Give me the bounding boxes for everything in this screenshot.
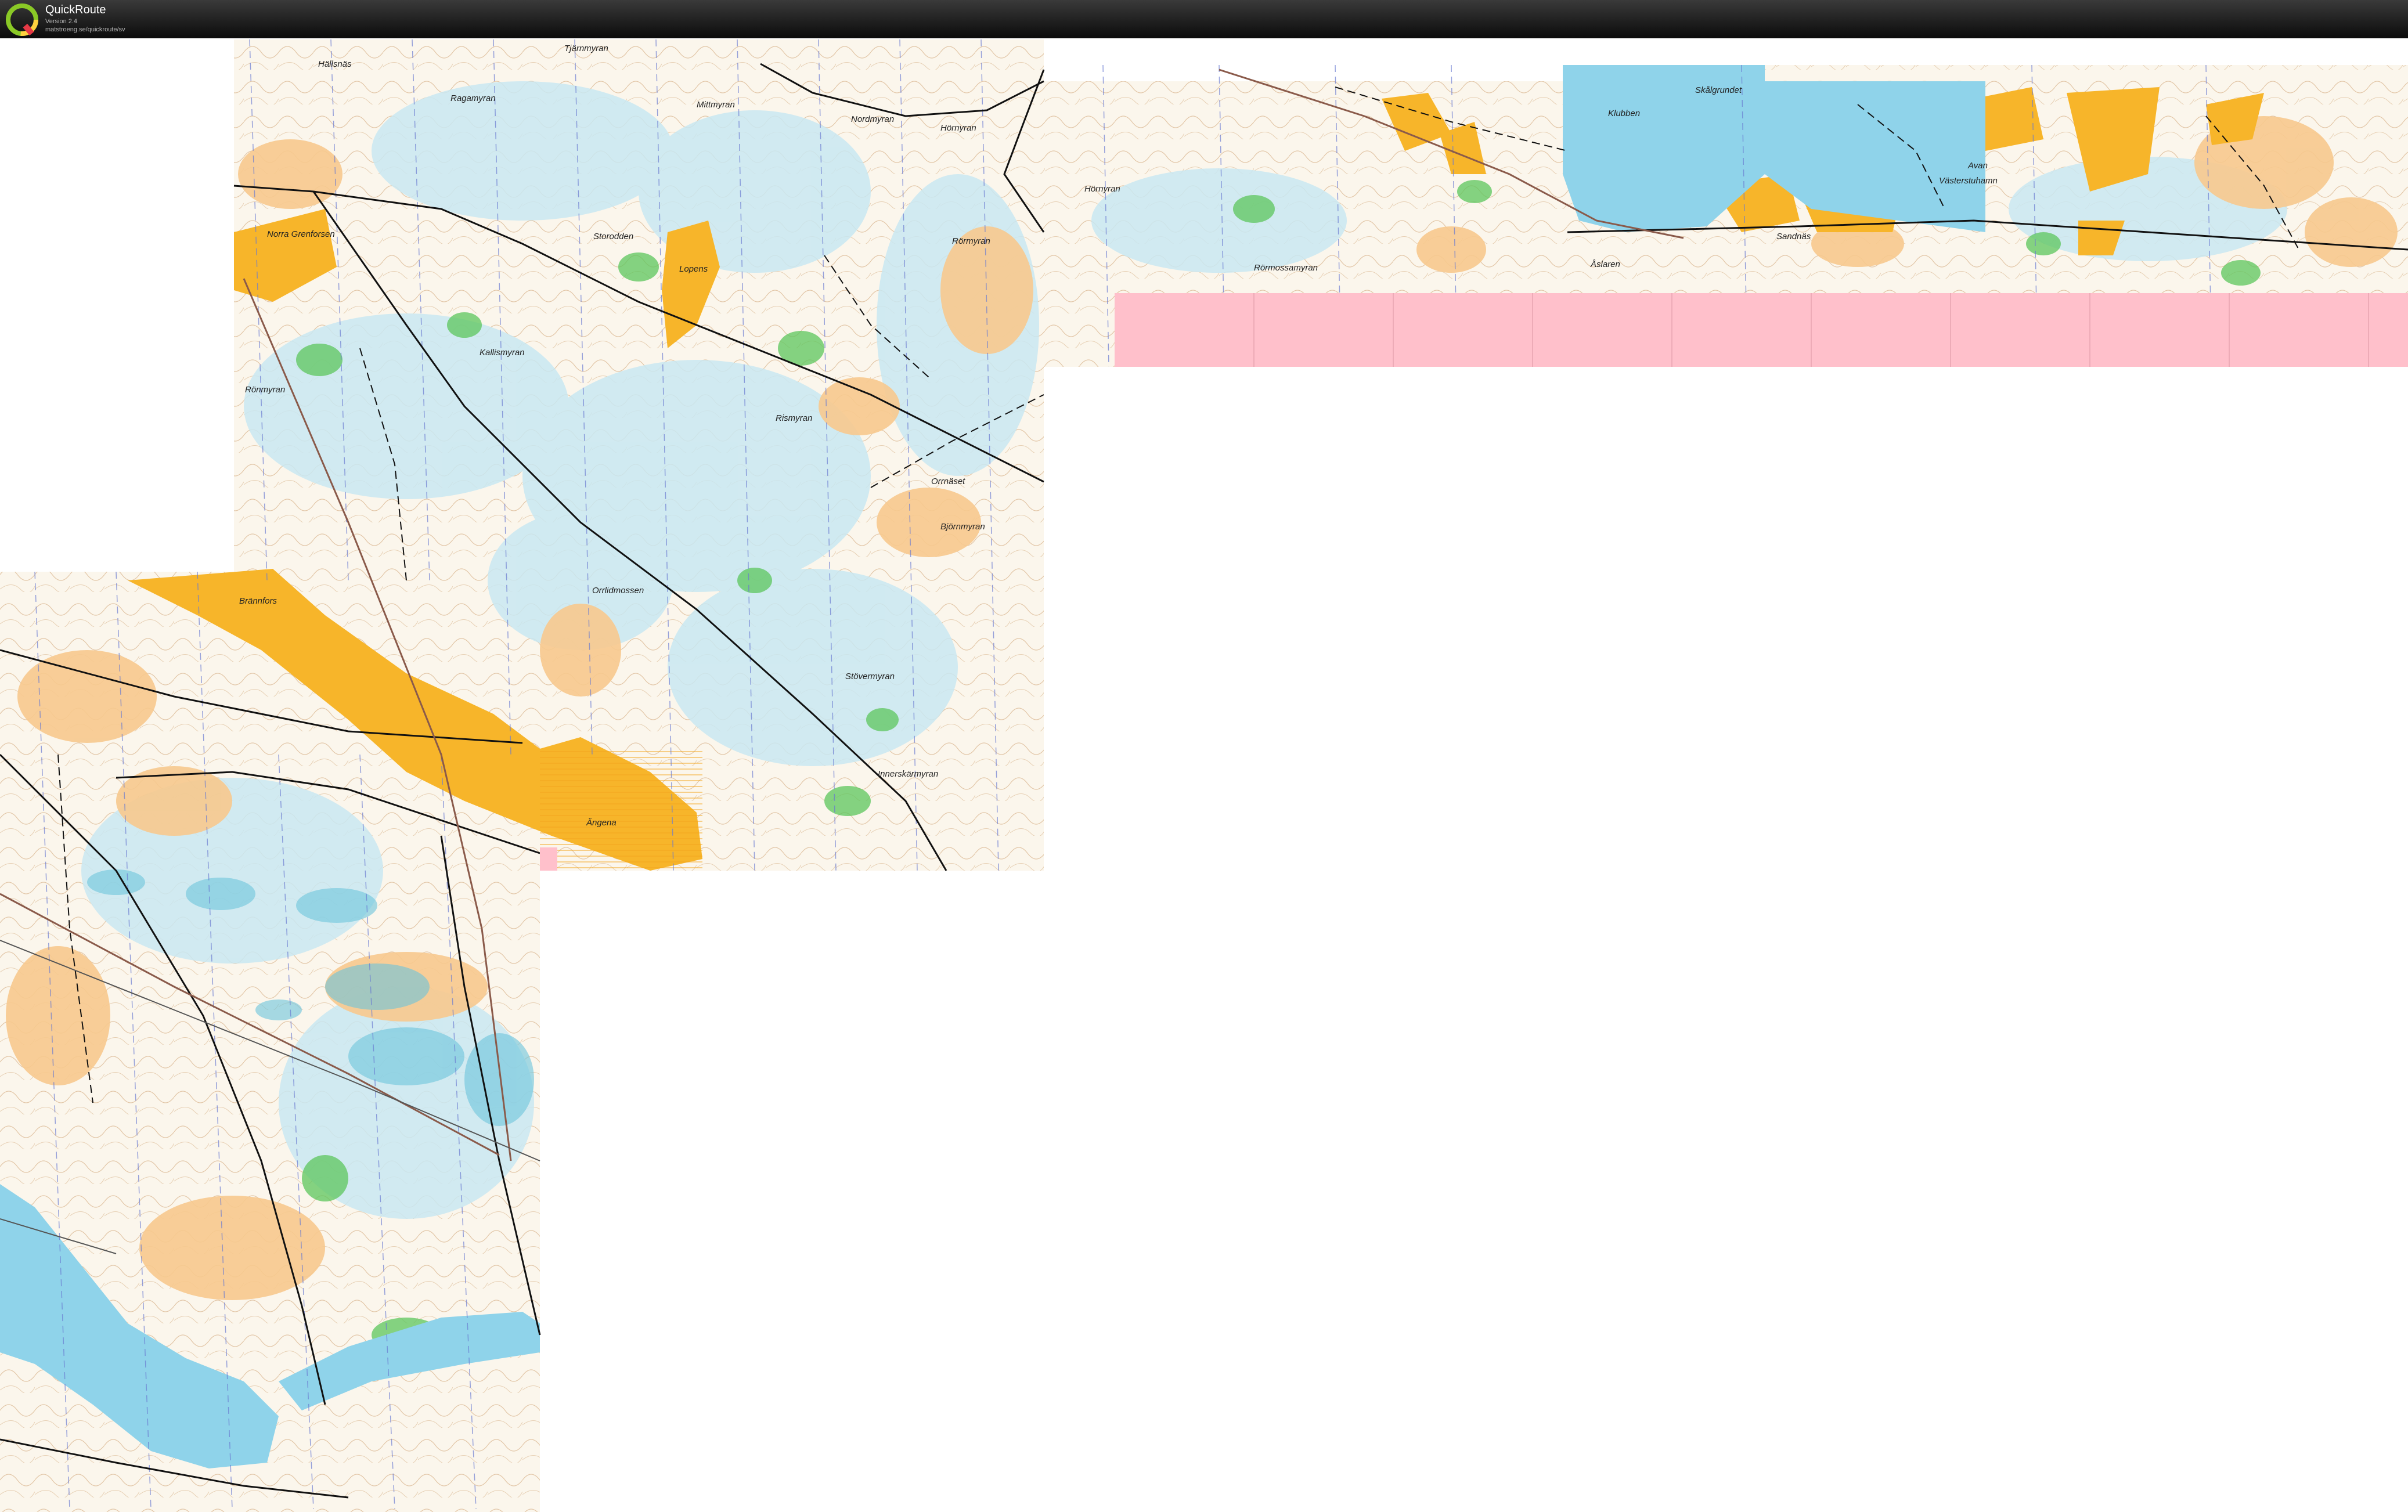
place-label: Klubben <box>1608 109 1640 118</box>
place-label: Rismyran <box>776 413 812 423</box>
place-label: Brännfors <box>239 596 277 606</box>
place-label: Orrlidmossen <box>592 586 644 596</box>
app-url: matstroeng.se/quickroute/sv <box>45 26 125 33</box>
place-label: Mittmyran <box>697 100 735 110</box>
window-titlebar: QuickRoute Version 2.4 matstroeng.se/qui… <box>0 0 2408 38</box>
place-label: Åslaren <box>1590 259 1620 269</box>
place-label: Rörmossamyran <box>1254 263 1318 273</box>
place-label: Orrnäset <box>931 477 965 486</box>
orienteering-map[interactable]: Hällsnäs Ragamyran Mittmyran Nordmyran H… <box>0 38 2408 1512</box>
app-title: QuickRoute <box>45 3 106 16</box>
place-label: Skålgrundet <box>1695 85 1742 95</box>
place-label: Nordmyran <box>851 114 894 124</box>
place-label: Hörnyran <box>940 123 976 133</box>
place-label: Björnmyran <box>940 522 985 532</box>
place-label: Hällsnäs <box>318 59 352 69</box>
place-label: Innerskärmyran <box>878 769 938 779</box>
place-label: Tjärnmyran <box>564 44 608 53</box>
place-label: Lopens <box>679 264 708 274</box>
quickroute-logo-icon <box>6 3 38 36</box>
app-version: Version 2.4 <box>45 18 78 25</box>
place-label: Västerstuhamn <box>1939 176 1998 186</box>
place-label: Storodden <box>593 232 633 241</box>
place-label: Kallismyran <box>480 348 525 358</box>
place-label: Ragamyran <box>450 93 496 103</box>
place-label: Rönmyran <box>245 385 285 395</box>
place-label: Ängena <box>586 818 617 828</box>
place-label: Rörmyran <box>952 236 990 246</box>
place-label: Avan <box>1967 161 1988 171</box>
place-label: Norra Grenforsen <box>267 229 335 239</box>
place-label: Sandnäs <box>1776 232 1811 241</box>
place-label: Hörnyran <box>1084 184 1120 194</box>
place-label: Stövermyran <box>845 672 895 681</box>
